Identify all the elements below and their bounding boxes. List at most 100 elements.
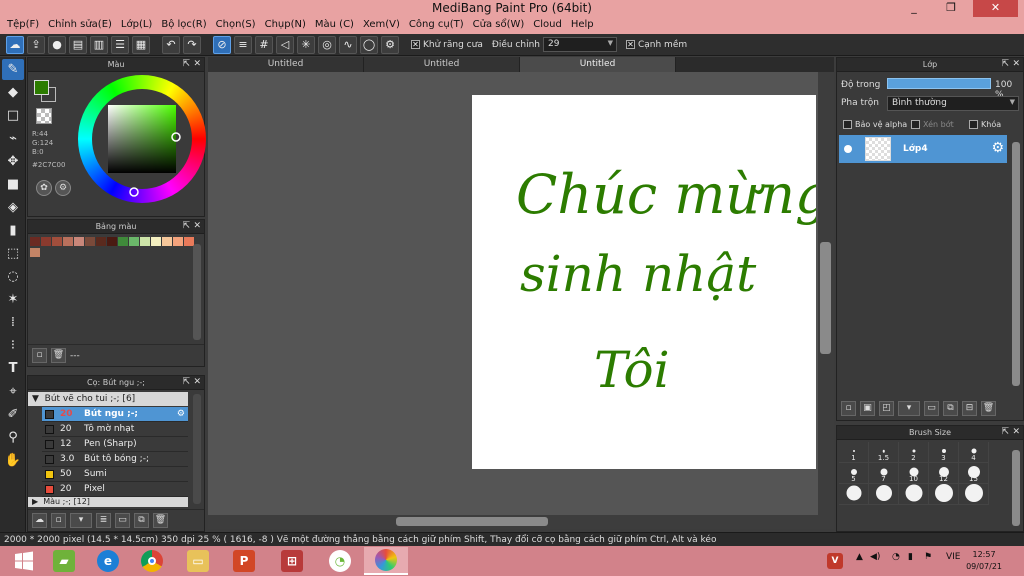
brush-size-cell[interactable] — [929, 484, 959, 505]
folder-icon[interactable]: ▭ — [924, 400, 939, 416]
palette-swatch[interactable] — [74, 237, 84, 246]
menu-filter[interactable]: Bộ lọc(R) — [158, 17, 212, 34]
gradient-tool-icon[interactable]: ▮ — [2, 220, 24, 241]
menu-file[interactable]: Tệp(F) — [4, 17, 45, 34]
tab-untitled-3[interactable]: Untitled — [520, 57, 676, 72]
rectangle-tool-icon[interactable]: □ — [2, 105, 24, 126]
flag-icon[interactable]: ⚑ — [924, 552, 932, 562]
tab-untitled-2[interactable]: Untitled — [364, 57, 520, 72]
brush-size-cell[interactable]: 4 — [959, 442, 989, 463]
palette-swatch[interactable] — [52, 237, 62, 246]
hand-tool-icon[interactable]: ✋ — [2, 450, 24, 471]
select-eraser-icon[interactable]: ⁝ — [2, 335, 24, 356]
menu-window[interactable]: Cửa sổ(W) — [470, 17, 531, 34]
move-tool-icon[interactable]: ✥ — [2, 151, 24, 172]
close-icon[interactable]: ✕ — [193, 220, 201, 233]
language-indicator[interactable]: VIE — [946, 552, 961, 562]
delete-layer-icon[interactable]: 🗑 — [981, 400, 996, 416]
clip-option[interactable]: Xén bớt — [911, 120, 954, 129]
eye-icon[interactable] — [844, 145, 852, 153]
close-icon[interactable]: ✕ — [1012, 58, 1020, 71]
select-pen-icon[interactable]: ⁞ — [2, 312, 24, 333]
no-snap-icon[interactable]: ⊘ — [213, 35, 231, 54]
new-brush-icon[interactable]: ▫ — [51, 513, 66, 528]
taskbar-app-zalo[interactable]: ◔ — [318, 547, 362, 575]
gear-icon[interactable]: ⚙ — [991, 140, 1004, 156]
palette-swatch[interactable] — [107, 237, 117, 246]
menu-snap[interactable]: Chụp(N) — [262, 17, 312, 34]
brush-item[interactable]: 12 Pen (Sharp) — [42, 437, 188, 452]
panel-icon[interactable]: ▤ — [69, 35, 87, 54]
palette-swatch[interactable] — [41, 237, 51, 246]
palette-mode-icon[interactable]: ✿ — [36, 180, 52, 196]
magic-wand-icon[interactable]: ✶ — [2, 289, 24, 310]
menu-color[interactable]: Màu (C) — [312, 17, 360, 34]
brush-scrollbar[interactable] — [193, 394, 201, 504]
palette-swatch[interactable] — [151, 237, 161, 246]
foreground-color-swatch[interactable] — [34, 80, 49, 95]
add-brush-cloud-icon[interactable]: ☁ — [32, 513, 47, 528]
brush-size-cell[interactable]: 7 — [869, 463, 899, 484]
menu-layer[interactable]: Lớp(L) — [118, 17, 158, 34]
brush-size-cell[interactable] — [899, 484, 929, 505]
new-halftone-layer-icon[interactable]: ▣ — [860, 400, 875, 416]
taskbar-app-bluestacks[interactable]: ▰ — [42, 547, 86, 575]
blend-select[interactable]: Bình thường ▼ — [887, 96, 1019, 111]
brush-size-scrollbar[interactable] — [1012, 450, 1020, 526]
redo-icon[interactable]: ↷ — [183, 35, 201, 54]
brush-group-closed[interactable]: ▶ Màu ;-; [12] — [28, 497, 188, 507]
lock-checkbox[interactable] — [969, 120, 978, 129]
ellipse-snap-icon[interactable]: ◯ — [360, 35, 378, 54]
list-icon[interactable]: ☰ — [111, 35, 129, 54]
brush-size-cell[interactable]: 12 — [929, 463, 959, 484]
parallel-snap-icon[interactable]: ≡ — [234, 35, 252, 54]
palette-swatch[interactable] — [140, 237, 150, 246]
menu-edit[interactable]: Chỉnh sửa(E) — [45, 17, 118, 34]
popout-icon[interactable]: ⇱ — [1001, 426, 1009, 439]
correction-select[interactable]: 29 ▼ — [542, 37, 617, 52]
palette-swatch[interactable] — [30, 248, 40, 257]
lasso-tool-icon[interactable]: ◌ — [2, 266, 24, 287]
canvas-horizontal-scrollbar[interactable] — [208, 515, 834, 529]
brush-size-cell[interactable] — [959, 484, 989, 505]
brush-group-open[interactable]: ▼ Bút vẽ cho tui ;-; [6] — [28, 392, 188, 406]
close-icon[interactable]: ✕ — [193, 58, 201, 71]
protect-alpha-checkbox[interactable] — [843, 120, 852, 129]
new-layer-icon[interactable]: ▫ — [841, 400, 856, 416]
select-rect-icon[interactable]: ⬚ — [2, 243, 24, 264]
close-icon[interactable]: ✕ — [193, 376, 201, 389]
dot-tool-icon[interactable]: ⌁ — [2, 128, 24, 149]
popout-icon[interactable]: ⇱ — [182, 220, 190, 233]
antialias-checkbox[interactable]: ✕ — [411, 40, 420, 49]
tab-untitled-1[interactable]: Untitled — [208, 57, 364, 72]
operation-tool-icon[interactable]: ⌖ — [2, 381, 24, 402]
palette-swatch[interactable] — [63, 237, 73, 246]
comment-icon[interactable]: ● — [48, 35, 66, 54]
brush-settings-icon[interactable]: ≣ — [96, 513, 111, 528]
gear-icon[interactable]: ⚙ — [177, 409, 185, 419]
new-1bit-layer-icon[interactable]: ◰ — [879, 400, 894, 416]
document-icon[interactable]: ▥ — [90, 35, 108, 54]
grid-icon[interactable]: ▦ — [132, 35, 150, 54]
taskbar-app-network[interactable]: ⊞ — [270, 547, 314, 575]
layer-item[interactable]: Lớp4 ⚙ — [839, 135, 1007, 163]
brush-item[interactable]: 20 Tô mờ nhạt — [42, 422, 188, 437]
palette-swatch[interactable] — [96, 237, 106, 246]
palette-swatch[interactable] — [118, 237, 128, 246]
eyedropper-tool-icon[interactable]: ⚲ — [2, 427, 24, 448]
close-button[interactable]: ✕ — [973, 0, 1018, 17]
color-wheel[interactable] — [78, 75, 206, 203]
undo-icon[interactable]: ↶ — [162, 35, 180, 54]
perspective-snap-icon[interactable]: ◁ — [276, 35, 294, 54]
drawing-canvas[interactable]: Chúc mừng sinh nhật Tôi — [472, 95, 816, 469]
soft-edge-checkbox[interactable]: ✕ — [625, 40, 635, 49]
palette-swatch[interactable] — [85, 237, 95, 246]
cloud-icon[interactable]: ☁ — [6, 35, 24, 54]
text-tool-icon[interactable]: T — [2, 358, 24, 379]
radial-snap-icon[interactable]: ✳ — [297, 35, 315, 54]
merge-layer-icon[interactable]: ⊟ — [962, 400, 977, 416]
delete-brush-icon[interactable]: 🗑 — [153, 513, 168, 528]
brush-size-cell[interactable]: 10 — [899, 463, 929, 484]
wifi-icon[interactable]: ◔ — [892, 552, 900, 562]
brush-size-cell[interactable]: 15 — [959, 463, 989, 484]
